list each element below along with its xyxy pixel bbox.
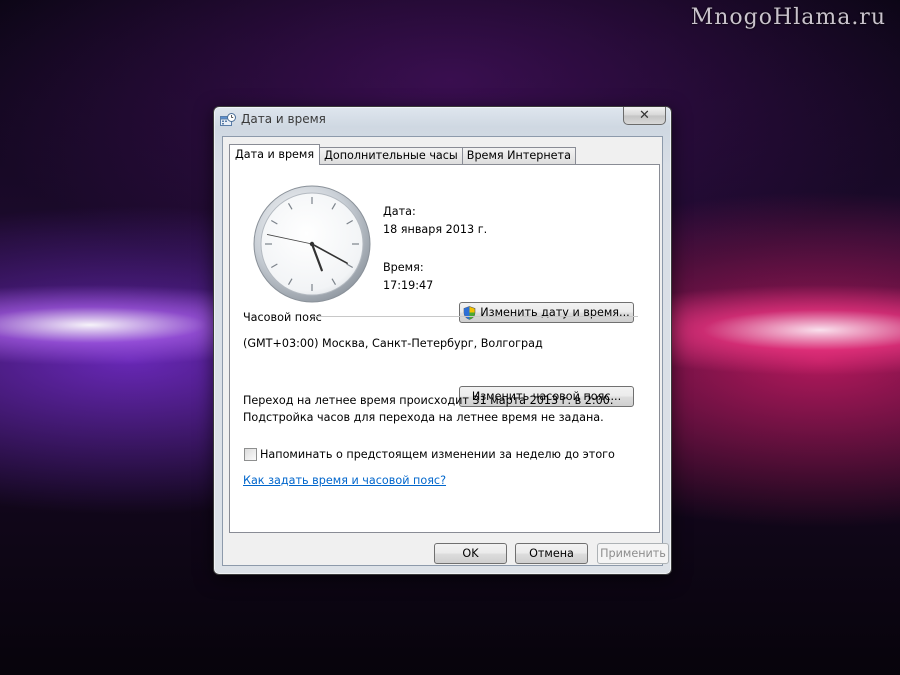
date-time-icon xyxy=(220,112,236,126)
timezone-value: (GMT+03:00) Москва, Санкт-Петербург, Вол… xyxy=(243,337,543,350)
analog-clock xyxy=(253,185,371,303)
cancel-button[interactable]: Отмена xyxy=(515,543,588,564)
dialog-client-area: Дата и время Дополнительные часы Время И… xyxy=(222,136,669,566)
close-icon: ✕ xyxy=(639,108,650,123)
apply-button[interactable]: Применить xyxy=(597,543,669,564)
change-date-time-button[interactable]: Изменить дату и время... xyxy=(459,302,634,323)
tab-date-time[interactable]: Дата и время xyxy=(229,144,321,165)
dst-info-line1: Переход на летнее время происходит 31 ма… xyxy=(243,394,614,407)
date-value: 18 января 2013 г. xyxy=(383,223,488,236)
time-value: 17:19:47 xyxy=(383,279,434,292)
tab-panel-date-time: Дата: 18 января 2013 г. Время: 17:19:47 … xyxy=(229,164,660,533)
time-label: Время: xyxy=(383,261,424,274)
uac-shield-icon xyxy=(463,305,476,320)
date-time-dialog: Дата и время ✕ Дата и время Дополнительн… xyxy=(213,106,672,575)
tab-internet-time[interactable]: Время Интернета xyxy=(461,147,576,165)
date-label: Дата: xyxy=(383,205,416,218)
change-date-time-label: Изменить дату и время... xyxy=(480,306,630,319)
title-bar[interactable]: Дата и время ✕ xyxy=(214,107,671,133)
tab-additional-clocks[interactable]: Дополнительные часы xyxy=(319,147,463,165)
reminder-checkbox[interactable] xyxy=(244,448,257,461)
reminder-checkbox-label[interactable]: Напоминать о предстоящем изменении за не… xyxy=(260,448,615,461)
dst-info-line2: Подстройка часов для перехода на летнее … xyxy=(243,411,604,424)
help-link[interactable]: Как задать время и часовой пояс? xyxy=(243,474,446,487)
timezone-separator xyxy=(314,316,638,317)
window-title: Дата и время xyxy=(241,112,326,126)
ok-button[interactable]: OK xyxy=(434,543,507,564)
tab-strip: Дата и время Дополнительные часы Время И… xyxy=(229,144,576,165)
watermark: MnogoHlama.ru xyxy=(690,5,886,30)
timezone-section-label: Часовой пояс xyxy=(243,311,322,324)
close-button[interactable]: ✕ xyxy=(623,107,666,125)
